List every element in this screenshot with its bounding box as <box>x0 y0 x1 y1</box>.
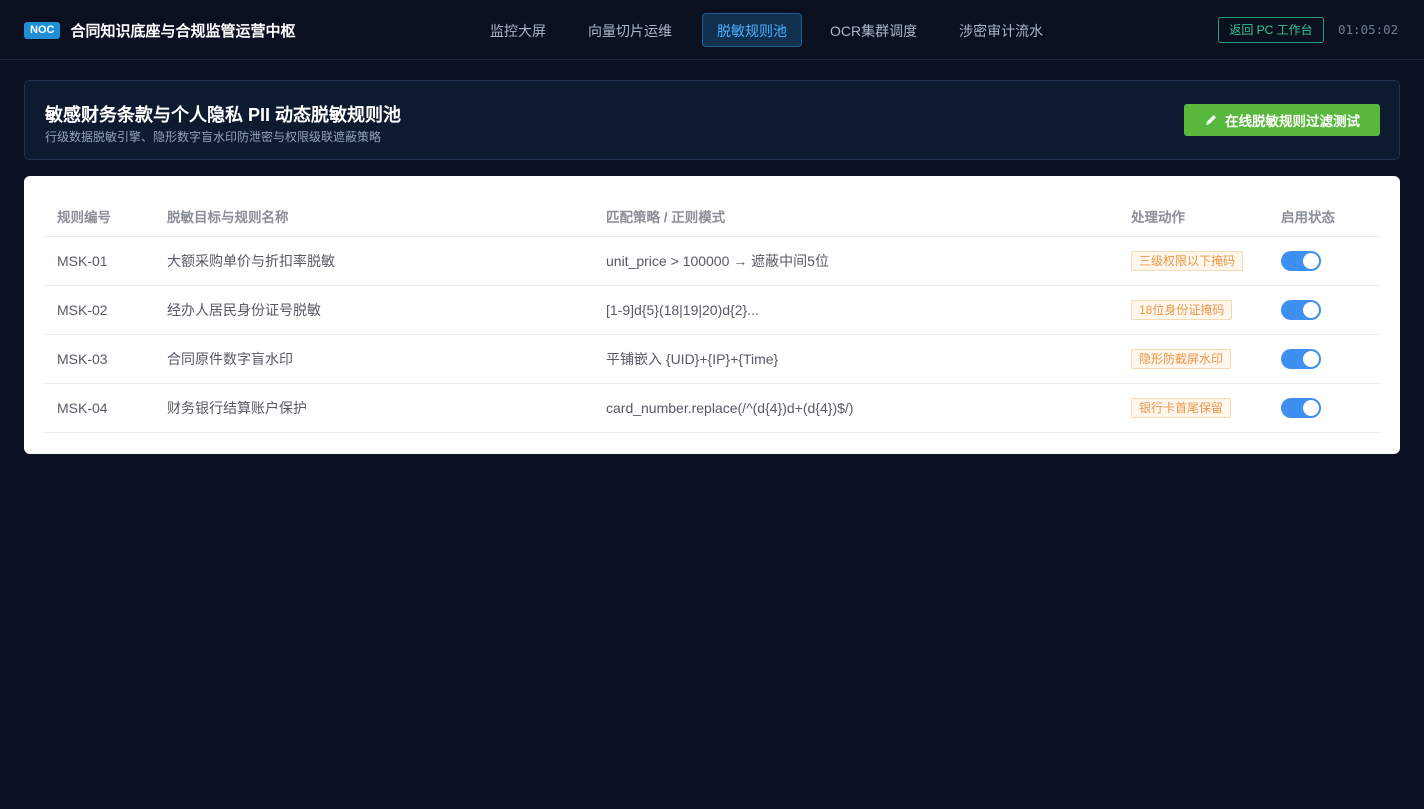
rule-name: 合同原件数字盲水印 <box>155 334 594 384</box>
rule-name: 经办人居民身份证号脱敏 <box>155 285 594 335</box>
brand: NOC 合同知识底座与合规监管运营中枢 <box>24 20 295 40</box>
enable-toggle[interactable] <box>1281 348 1321 369</box>
tab-masking-rules[interactable]: 脱敏规则池 <box>702 13 802 47</box>
noc-badge: NOC <box>24 21 61 39</box>
column-header-status: 启用状态 <box>1269 196 1379 237</box>
enable-toggle[interactable] <box>1281 397 1321 418</box>
tab-monitor-dashboard[interactable]: 监控大屏 <box>470 13 566 47</box>
enable-toggle[interactable] <box>1281 250 1321 271</box>
rule-pattern: 平铺嵌入 {UID}+{IP}+{Time} <box>594 334 1119 384</box>
toggle-knob <box>1303 350 1319 367</box>
clock: 01:05:02 <box>1338 22 1399 37</box>
rule-id: MSK-04 <box>45 383 155 433</box>
toggle-knob <box>1303 301 1319 318</box>
return-pc-workbench-button[interactable]: 返回 PC 工作台 <box>1218 17 1324 43</box>
rule-status-cell <box>1269 236 1379 286</box>
rule-action-cell: 18位身份证掩码 <box>1119 285 1269 335</box>
masking-rules-table: 规则编号 脱敏目标与规则名称 匹配策略 / 正则模式 处理动作 启用状态 MSK… <box>45 196 1379 433</box>
toggle-knob <box>1303 399 1319 416</box>
column-header-pattern: 匹配策略 / 正则模式 <box>594 196 1119 237</box>
table-row: MSK-04 财务银行结算账户保护 card_number.replace(/^… <box>45 383 1379 433</box>
action-tag: 隐形防截屏水印 <box>1131 348 1232 369</box>
page-subtitle: 行级数据脱敏引擎、隐形数字盲水印防泄密与权限级联遮蔽策略 <box>45 130 382 144</box>
tab-audit-log[interactable]: 涉密审计流水 <box>939 13 1063 47</box>
online-filter-test-button[interactable]: 在线脱敏规则过滤测试 <box>1184 104 1380 136</box>
rule-action-cell: 银行卡首尾保留 <box>1119 383 1269 433</box>
table-header-row: 规则编号 脱敏目标与规则名称 匹配策略 / 正则模式 处理动作 启用状态 <box>45 196 1379 237</box>
column-header-rule-id: 规则编号 <box>45 196 155 237</box>
tab-ocr-scheduling[interactable]: OCR集群调度 <box>810 13 937 47</box>
toggle-knob <box>1303 252 1319 269</box>
column-header-action: 处理动作 <box>1119 196 1269 237</box>
rule-pattern: [1-9]d{5}(18|19|20)d{2}... <box>594 285 1119 335</box>
rule-id: MSK-02 <box>45 285 155 335</box>
tab-vector-slice-ops[interactable]: 向量切片运维 <box>568 13 692 47</box>
rule-id: MSK-03 <box>45 334 155 384</box>
table-row: MSK-03 合同原件数字盲水印 平铺嵌入 {UID}+{IP}+{Time} … <box>45 334 1379 384</box>
main-nav: 监控大屏 向量切片运维 脱敏规则池 OCR集群调度 涉密审计流水 <box>470 13 1065 47</box>
rule-name: 财务银行结算账户保护 <box>155 383 594 433</box>
rule-status-cell <box>1269 383 1379 433</box>
rule-status-cell <box>1269 285 1379 335</box>
table-row: MSK-02 经办人居民身份证号脱敏 [1-9]d{5}(18|19|20)d{… <box>45 285 1379 335</box>
table-row: MSK-01 大额采购单价与折扣率脱敏 unit_price > 100000 … <box>45 236 1379 286</box>
action-tag: 三级权限以下掩码 <box>1131 250 1244 271</box>
column-header-rule-name: 脱敏目标与规则名称 <box>155 196 594 237</box>
rule-action-cell: 三级权限以下掩码 <box>1119 236 1269 286</box>
rule-name: 大额采购单价与折扣率脱敏 <box>155 236 594 286</box>
page-title: 敏感财务条款与个人隐私 PII 动态脱敏规则池 <box>45 105 402 125</box>
top-bar: NOC 合同知识底座与合规监管运营中枢 监控大屏 向量切片运维 脱敏规则池 OC… <box>0 0 1424 60</box>
rule-action-cell: 隐形防截屏水印 <box>1119 334 1269 384</box>
pencil-icon <box>1206 115 1216 125</box>
rule-id: MSK-01 <box>45 236 155 286</box>
rule-pattern: unit_price > 100000 → 遮蔽中间5位 <box>594 236 1119 286</box>
test-button-label: 在线脱敏规则过滤测试 <box>1225 114 1360 129</box>
page-header: 敏感财务条款与个人隐私 PII 动态脱敏规则池 行级数据脱敏引擎、隐形数字盲水印… <box>24 80 1400 160</box>
app-title: 合同知识底座与合规监管运营中枢 <box>70 22 296 40</box>
action-tag: 18位身份证掩码 <box>1131 299 1233 320</box>
rules-table-card: 规则编号 脱敏目标与规则名称 匹配策略 / 正则模式 处理动作 启用状态 MSK… <box>24 176 1400 454</box>
action-tag: 银行卡首尾保留 <box>1131 397 1232 418</box>
enable-toggle[interactable] <box>1281 299 1321 320</box>
rule-status-cell <box>1269 334 1379 384</box>
rule-pattern: card_number.replace(/^(d{4})d+(d{4})$/) <box>594 383 1119 433</box>
